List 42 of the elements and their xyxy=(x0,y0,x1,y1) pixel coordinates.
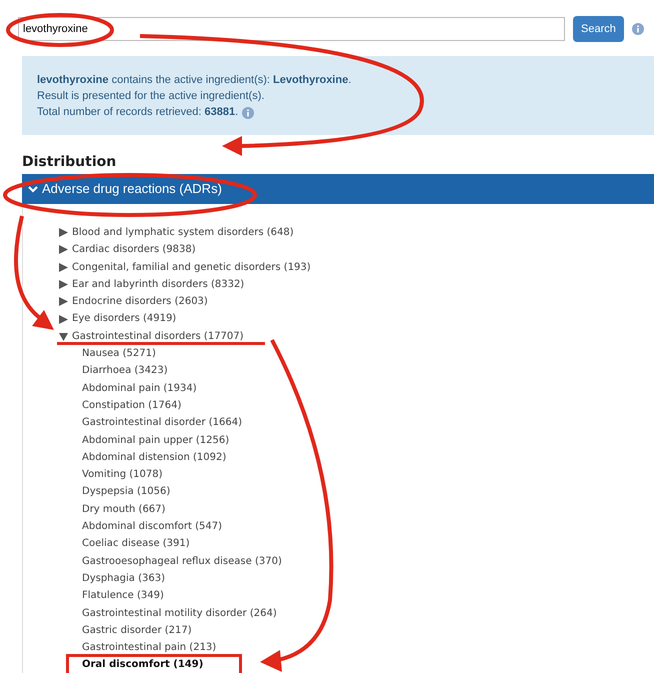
tree-item[interactable]: Ear and labyrinth disorders (8332) xyxy=(72,276,244,294)
tree-item[interactable]: Blood and lymphatic system disorders (648) xyxy=(72,224,294,242)
caret-right-icon[interactable] xyxy=(59,314,68,324)
caret-right-icon[interactable] xyxy=(59,228,68,238)
caret-right-icon[interactable] xyxy=(59,245,68,254)
info-text: Result is presented for the active ingredient(s). xyxy=(37,89,264,104)
tree-item[interactable]: Gastrointestinal motility disorder (264) xyxy=(82,608,277,619)
info-icon xyxy=(632,23,644,35)
search-button[interactable]: Search xyxy=(573,16,624,42)
info-text: Total number of records retrieved: 63881. xyxy=(37,105,238,120)
tree-item[interactable]: Gastrointestinal pain (213) xyxy=(82,642,216,654)
tree-item[interactable]: Abdominal pain upper (1256) xyxy=(82,434,230,446)
section-heading: Distribution xyxy=(22,153,118,171)
tree-item[interactable]: Gastrointestinal disorders (17707) xyxy=(72,328,244,346)
caret-right-icon[interactable] xyxy=(59,262,68,272)
panel-title: Adverse drug reactions (ADRs) xyxy=(42,180,222,198)
tree-item[interactable]: Coeliac disease (391) xyxy=(82,538,190,550)
tree-item[interactable]: Vomiting (1078) xyxy=(82,469,163,480)
tree-item[interactable]: Congenital, familial and genetic disorders (193) xyxy=(72,258,311,276)
tree-item[interactable]: Abdominal distension (1092) xyxy=(82,452,226,463)
caret-right-icon[interactable] xyxy=(59,297,68,306)
tree-item[interactable]: Diarrhoea (3423) xyxy=(82,365,168,376)
caret-down-icon[interactable] xyxy=(59,332,68,341)
tree-item[interactable]: Dyspepsia (1056) xyxy=(82,486,170,498)
tree-item[interactable]: Cardiac disorders (9838) xyxy=(72,241,196,259)
search-field[interactable]: levothyroxine xyxy=(18,17,565,41)
tree-item[interactable]: Dysphagia (363) xyxy=(82,572,165,584)
tree-item[interactable]: Nausea (5271) xyxy=(82,348,156,360)
tree-item[interactable]: Constipation (1764) xyxy=(82,400,182,411)
tree-item[interactable]: Eye disorders (4919) xyxy=(72,310,176,328)
tree-item[interactable]: Endocrine disorders (2603) xyxy=(72,293,208,310)
info-text: levothyroxine contains the active ingredient(s): Levothyroxine. xyxy=(37,73,352,88)
tree-item[interactable]: Gastrooesophageal reflux disease (370) xyxy=(82,556,282,567)
tree-item[interactable]: Flatulence (349) xyxy=(82,590,164,602)
tree-item[interactable]: Abdominal discomfort (547) xyxy=(82,521,222,532)
panel-header[interactable]: Adverse drug reactions (ADRs) xyxy=(22,174,654,204)
caret-right-icon[interactable] xyxy=(59,280,68,290)
tree-item[interactable]: Dry mouth (667) xyxy=(82,504,166,515)
tree-item[interactable]: Abdominal pain (1934) xyxy=(82,382,197,394)
tree-item[interactable]: Gastric disorder (217) xyxy=(82,624,192,636)
tree-item[interactable]: Gastrointestinal disorder (1664) xyxy=(82,417,242,428)
info-icon xyxy=(242,106,254,118)
